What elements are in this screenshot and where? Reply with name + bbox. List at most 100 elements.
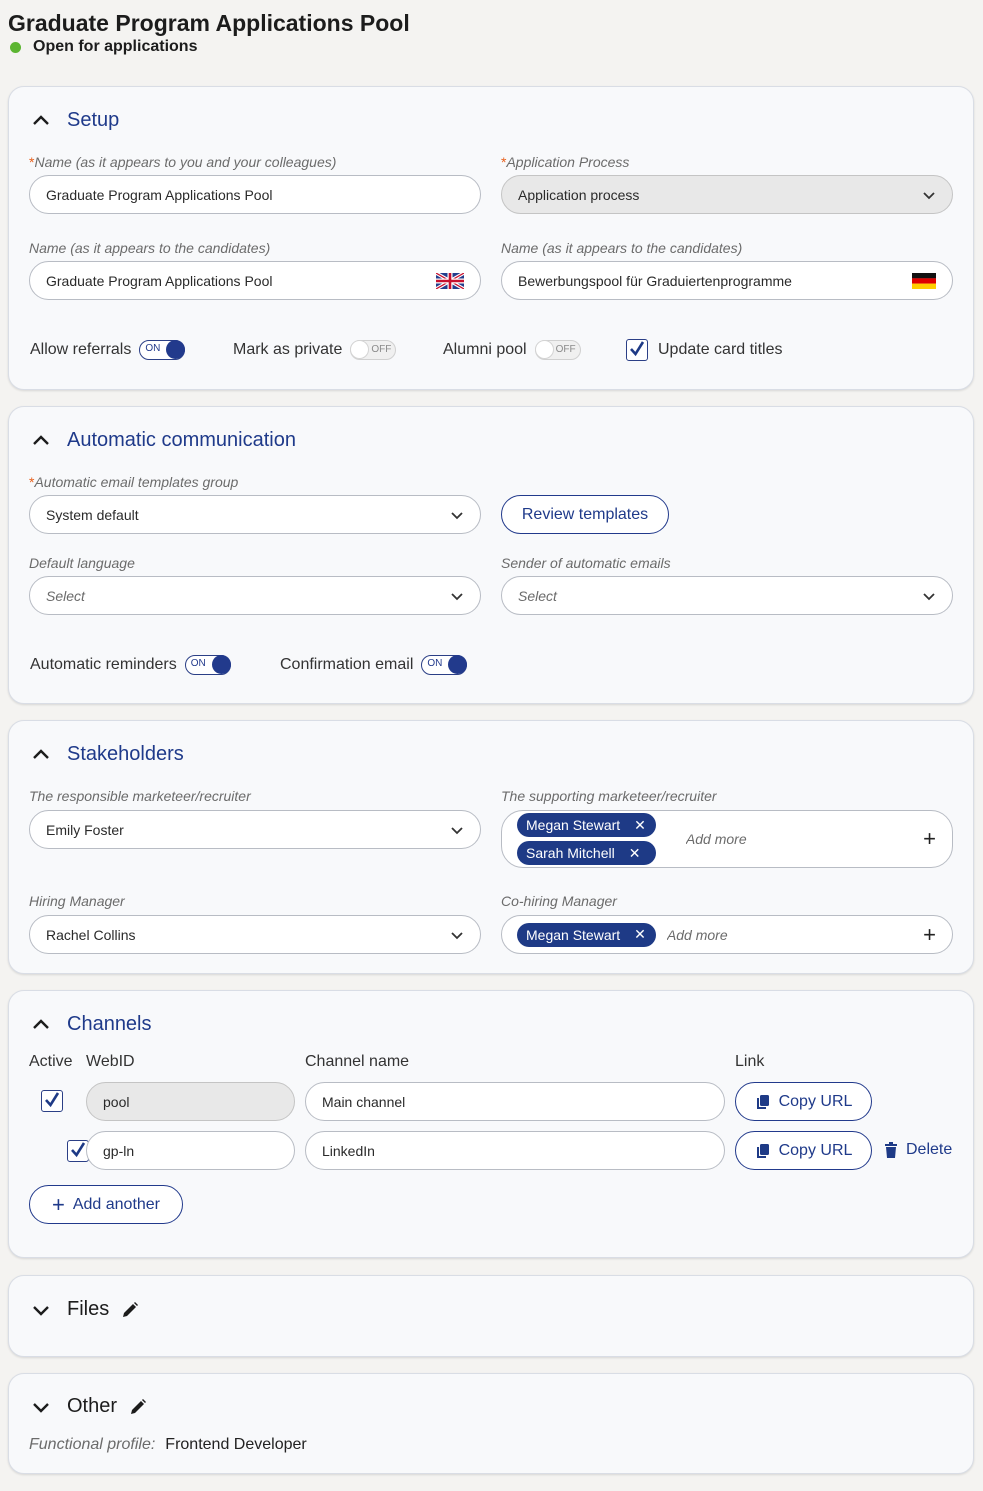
channels-header[interactable]: Channels xyxy=(31,1013,152,1036)
chevron-down-icon xyxy=(33,1305,49,1316)
other-title: Other xyxy=(67,1395,118,1417)
trash-icon xyxy=(885,1142,897,1158)
hiring-select[interactable]: Rachel Collins xyxy=(29,915,481,954)
uk-flag-icon xyxy=(436,272,464,289)
checkmark-icon xyxy=(45,1092,60,1108)
other-header[interactable]: Other xyxy=(31,1395,147,1418)
communication-card: Automatic communication *Automatic email… xyxy=(8,406,974,704)
plus-icon[interactable]: + xyxy=(923,922,936,948)
default-language-select[interactable]: Select xyxy=(29,576,481,615)
communication-header[interactable]: Automatic communication xyxy=(31,429,296,452)
chevron-up-icon xyxy=(33,114,49,125)
supporting-add-more[interactable]: Add more xyxy=(686,831,923,847)
supporting-chip[interactable]: Sarah Mitchell ✕ xyxy=(517,841,656,865)
confirmation-toggle[interactable]: ON xyxy=(421,655,468,675)
delete-channel-button[interactable]: Delete xyxy=(884,1141,952,1159)
setup-title: Setup xyxy=(67,109,120,131)
functional-profile-label: Functional profile: xyxy=(29,1436,156,1453)
review-templates-button[interactable]: Review templates xyxy=(501,495,669,534)
channel-webid-input[interactable]: gp-ln xyxy=(86,1131,295,1170)
chevron-down-icon xyxy=(923,592,935,600)
column-channel-name: Channel name xyxy=(305,1053,410,1070)
supporting-label: The supporting marketeer/recruiter xyxy=(501,788,717,804)
cohiring-multiselect[interactable]: Megan Stewart ✕ Add more + xyxy=(501,915,953,954)
status-indicator: Open for applications xyxy=(10,38,197,56)
responsible-select[interactable]: Emily Foster xyxy=(29,810,481,849)
setup-card: Setup *Name (as it appears to you and yo… xyxy=(8,86,974,390)
chevron-down-icon xyxy=(451,931,463,939)
stakeholders-header[interactable]: Stakeholders xyxy=(31,743,184,766)
copy-url-button[interactable]: Copy URL xyxy=(735,1131,872,1170)
allow-referrals-toggle[interactable]: ON xyxy=(139,340,186,360)
copy-url-button[interactable]: Copy URL xyxy=(735,1082,872,1121)
templates-label: *Automatic email templates group xyxy=(29,474,239,490)
status-text: Open for applications xyxy=(33,38,198,55)
default-language-label: Default language xyxy=(29,555,135,571)
communication-title: Automatic communication xyxy=(67,429,296,451)
chevron-up-icon xyxy=(33,434,49,445)
add-another-button[interactable]: + Add another xyxy=(29,1185,183,1224)
chevron-up-icon xyxy=(33,1018,49,1029)
checkmark-icon xyxy=(630,341,645,357)
chevron-down-icon xyxy=(923,191,935,199)
copy-icon xyxy=(756,1143,769,1158)
functional-profile: Functional profile: Frontend Developer xyxy=(29,1436,307,1454)
hiring-label: Hiring Manager xyxy=(29,893,125,909)
reminders-label: Automatic reminders xyxy=(30,656,177,673)
cohiring-label: Co-hiring Manager xyxy=(501,893,617,909)
other-card: Other Functional profile: Frontend Devel… xyxy=(8,1373,974,1474)
cohiring-chip[interactable]: Megan Stewart ✕ xyxy=(517,922,656,947)
stakeholders-card: Stakeholders The responsible marketeer/r… xyxy=(8,720,974,974)
supporting-chip[interactable]: Megan Stewart ✕ xyxy=(517,813,656,837)
remove-chip-icon[interactable]: ✕ xyxy=(629,845,641,862)
chevron-down-icon xyxy=(451,592,463,600)
sender-select[interactable]: Select xyxy=(501,576,953,615)
name-candidates-en-input[interactable]: Graduate Program Applications Pool xyxy=(29,261,481,300)
process-select[interactable]: Application process xyxy=(501,175,953,214)
cohiring-add-more[interactable]: Add more xyxy=(667,927,923,943)
files-title: Files xyxy=(67,1298,110,1320)
channel-name-input[interactable]: LinkedIn xyxy=(305,1131,725,1170)
name-internal-input[interactable]: Graduate Program Applications Pool xyxy=(29,175,481,214)
stakeholders-title: Stakeholders xyxy=(67,743,184,765)
responsible-label: The responsible marketeer/recruiter xyxy=(29,788,251,804)
checkmark-icon xyxy=(71,1142,86,1158)
name-candidates-de-input[interactable]: Bewerbungspool für Graduiertenprogramme xyxy=(501,261,953,300)
alumni-pool-label: Alumni pool xyxy=(443,341,527,358)
supporting-multiselect[interactable]: Megan Stewart ✕ Sarah Mitchell ✕ Add more … xyxy=(501,810,953,868)
page-title: Graduate Program Applications Pool xyxy=(8,10,410,36)
templates-select[interactable]: System default xyxy=(29,495,481,534)
german-flag-icon xyxy=(912,272,936,289)
process-label: *Application Process xyxy=(501,154,630,170)
channels-title: Channels xyxy=(67,1013,152,1035)
sender-label: Sender of automatic emails xyxy=(501,555,671,571)
update-card-titles-label: Update card titles xyxy=(658,341,783,358)
plus-icon: + xyxy=(51,1191,65,1217)
status-dot-icon xyxy=(10,41,21,53)
channel-name-input[interactable]: Main channel xyxy=(305,1082,725,1121)
plus-icon[interactable]: + xyxy=(923,826,936,852)
reminders-toggle[interactable]: ON xyxy=(184,655,231,675)
mark-private-row: Mark as private OFF xyxy=(233,340,397,360)
column-webid: WebID xyxy=(86,1053,135,1070)
remove-chip-icon[interactable]: ✕ xyxy=(634,817,646,834)
setup-header[interactable]: Setup xyxy=(31,109,119,132)
confirmation-label: Confirmation email xyxy=(280,656,414,673)
mark-private-toggle[interactable]: OFF xyxy=(350,340,397,360)
files-header[interactable]: Files xyxy=(31,1298,139,1321)
pencil-icon[interactable] xyxy=(129,1398,147,1416)
channel-active-checkbox[interactable] xyxy=(41,1090,63,1112)
name-candidates-en-label: Name (as it appears to the candidates) xyxy=(29,240,271,256)
confirmation-row: Confirmation email ON xyxy=(280,655,468,675)
alumni-pool-toggle[interactable]: OFF xyxy=(534,340,581,360)
pencil-icon[interactable] xyxy=(121,1301,139,1319)
chevron-down-icon xyxy=(451,826,463,834)
remove-chip-icon[interactable]: ✕ xyxy=(634,926,646,943)
allow-referrals-label: Allow referrals xyxy=(30,341,132,358)
reminders-row: Automatic reminders ON xyxy=(30,655,231,675)
update-card-titles-checkbox[interactable] xyxy=(626,339,648,361)
channel-webid-input[interactable]: pool xyxy=(86,1082,295,1121)
alumni-pool-row: Alumni pool OFF xyxy=(443,340,581,360)
name-internal-label: *Name (as it appears to you and your col… xyxy=(29,154,337,170)
column-link: Link xyxy=(735,1053,765,1070)
